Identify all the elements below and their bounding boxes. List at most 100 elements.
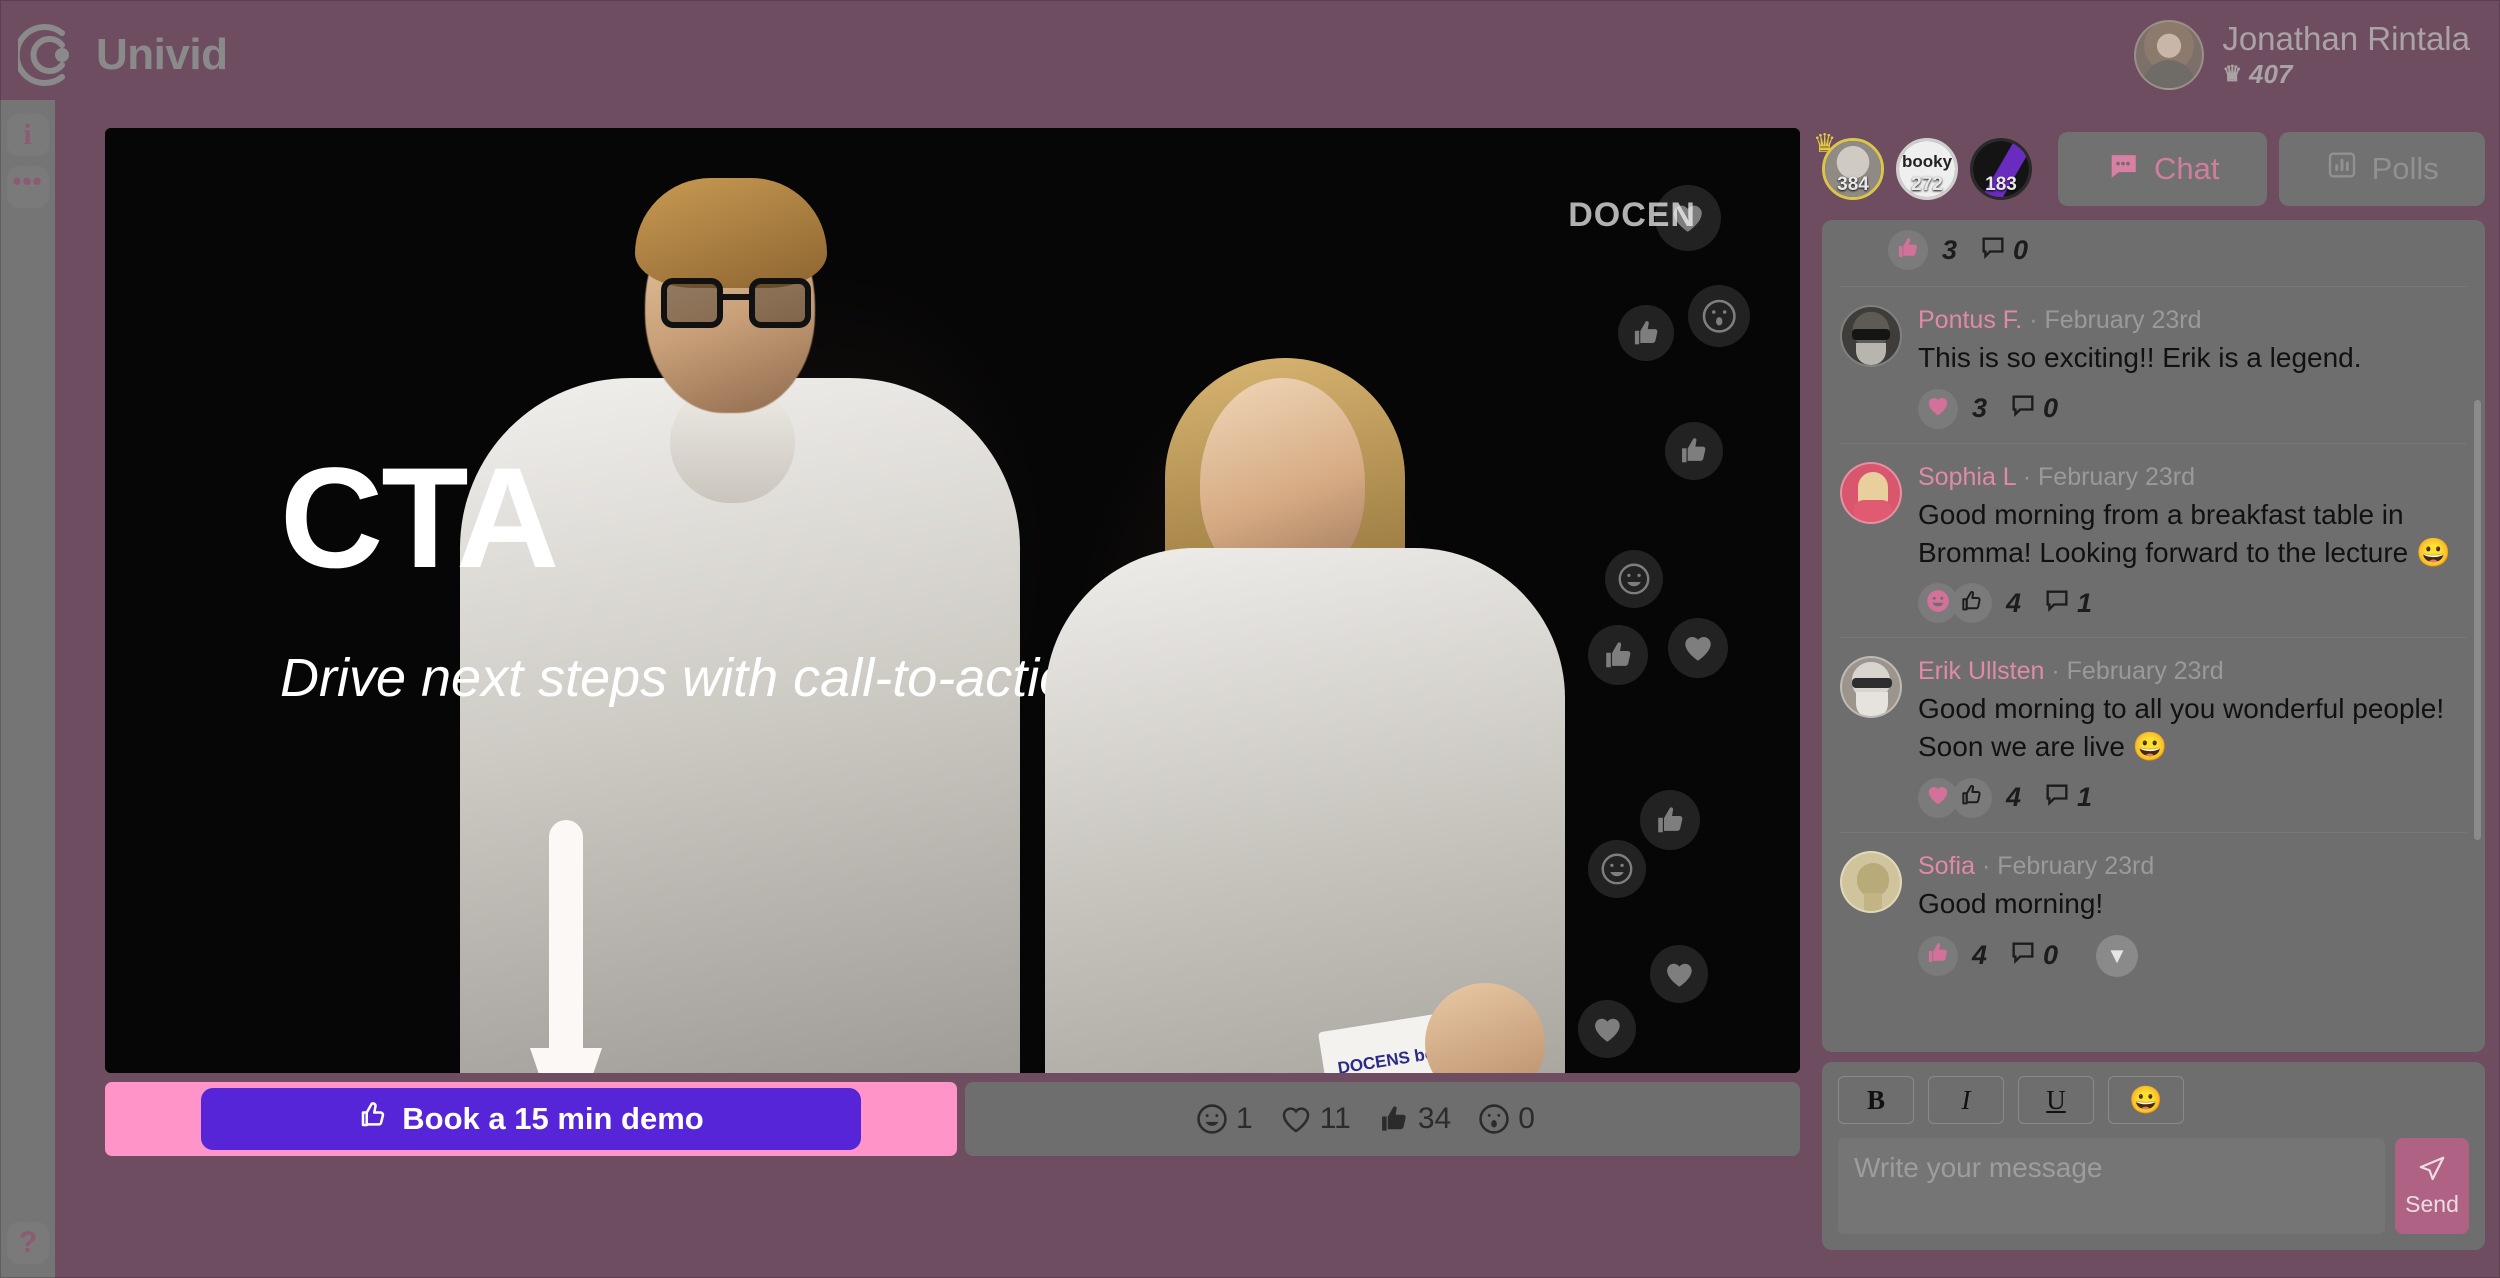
chat-message: Sofia · February 23rd Good morning! 4 0 … xyxy=(1840,833,2467,991)
crown-icon: ♛ xyxy=(2222,61,2242,87)
viewer-avatar-1[interactable]: ♛ 384 xyxy=(1813,130,1884,200)
crown-icon: ♛ xyxy=(1813,128,1837,158)
comment-count: 0 xyxy=(2043,940,2059,971)
reaction-count: 4 xyxy=(2006,587,2022,618)
comment-group[interactable]: 0 xyxy=(1979,234,2028,267)
reaction-pill[interactable] xyxy=(1918,935,1958,976)
book-demo-button[interactable]: Book a 15 min demo xyxy=(201,1088,861,1150)
viewer-label: booky xyxy=(1901,152,1953,171)
send-label: Send xyxy=(2405,1191,2459,1217)
avatar xyxy=(1840,656,1902,719)
thumbs-up-icon xyxy=(1925,940,1951,971)
chevron-down-icon[interactable]: ▼ xyxy=(2096,934,2139,977)
thumbs-up-icon xyxy=(1588,625,1648,685)
reaction-count: 0 xyxy=(1518,1102,1535,1135)
smiley-face-icon xyxy=(1925,588,1951,619)
message-text: This is so exciting!! Erik is a legend. xyxy=(1918,342,2362,373)
reaction-pill[interactable] xyxy=(1952,583,1992,624)
avatar xyxy=(1840,461,1902,524)
message-text: Good morning to all you wonderful people… xyxy=(1918,693,2445,763)
comment-count: 0 xyxy=(2043,393,2059,424)
user-rank-points: 407 xyxy=(2249,58,2293,89)
video-player[interactable]: DOCENS booky DOCEN CTA Drive next steps … xyxy=(105,128,1800,1073)
message-author[interactable]: Sophia L xyxy=(1918,463,2016,491)
chat-scrollbar[interactable] xyxy=(2474,400,2481,840)
surprised-face-icon xyxy=(1477,1102,1511,1136)
chat-message: Sophia L · February 23rd Good morning fr… xyxy=(1840,444,2467,639)
help-icon[interactable]: ? xyxy=(7,1222,49,1264)
tab-chat[interactable]: Chat xyxy=(2058,132,2268,206)
viewer-avatar-3[interactable]: 183 xyxy=(1970,138,2032,200)
comment-count: 0 xyxy=(2013,234,2029,265)
reaction-surprised[interactable]: 0 xyxy=(1477,1102,1535,1136)
chat-message: Pontus F. · February 23rd This is so exc… xyxy=(1840,287,2467,444)
heart-icon xyxy=(1925,782,1951,813)
tab-chat-label: Chat xyxy=(2153,151,2220,186)
italic-button[interactable]: I xyxy=(1928,1076,2004,1124)
speaker-1-hair xyxy=(635,178,827,288)
message-footer: 3 0 xyxy=(1918,388,2467,429)
thumbs-up-outline-icon xyxy=(1959,782,1985,813)
thumbs-up-outline-icon xyxy=(1959,588,1985,619)
message-time: · February 23rd xyxy=(2051,657,2224,686)
thumbs-up-icon xyxy=(1377,1102,1411,1136)
reaction-bar[interactable]: 1 11 34 0 xyxy=(965,1082,1800,1156)
reaction-thumbs-up[interactable]: 34 xyxy=(1377,1102,1451,1136)
comment-group[interactable]: 0 xyxy=(2009,939,2058,972)
brand-logo[interactable]: Univid xyxy=(13,19,228,91)
reaction-count: 1 xyxy=(1236,1102,1253,1135)
reaction-heart[interactable]: 11 xyxy=(1279,1102,1351,1136)
message-author[interactable]: Sofia xyxy=(1918,852,1975,880)
comment-group[interactable]: 1 xyxy=(2043,587,2092,620)
comment-icon xyxy=(2043,587,2071,620)
reaction-smiley[interactable]: 1 xyxy=(1195,1102,1253,1136)
poll-bars-icon xyxy=(2326,149,2358,189)
top-bar: Univid Jonathan Rintala ♛ 407 xyxy=(0,0,2500,110)
reaction-pill[interactable] xyxy=(1888,230,1928,270)
format-toolbar: B I U 😀 xyxy=(1838,1076,2469,1124)
reaction-count: 4 xyxy=(1972,940,1988,971)
comment-icon xyxy=(2043,781,2071,814)
message-input[interactable] xyxy=(1838,1138,2385,1234)
comment-icon xyxy=(2009,939,2037,972)
more-dots-icon[interactable]: ••• xyxy=(6,166,49,208)
heart-outline-icon xyxy=(1279,1102,1313,1136)
chat-message: Erik Ullsten · February 23rd Good mornin… xyxy=(1840,638,2467,833)
chat-bubble-icon xyxy=(2106,148,2140,190)
viewer-avatar-2[interactable]: booky 272 xyxy=(1896,138,1958,200)
smiley-face-icon xyxy=(1605,550,1663,608)
send-button[interactable]: Send xyxy=(2395,1138,2469,1234)
message-text: Good morning from a breakfast table in B… xyxy=(1918,498,2451,568)
tab-polls-label: Polls xyxy=(2371,151,2439,186)
viewer-count: 272 xyxy=(1911,174,1943,195)
message-author[interactable]: Erik Ullsten xyxy=(1918,657,2044,685)
thumbs-up-icon xyxy=(1640,790,1700,850)
heart-icon xyxy=(1650,945,1708,1003)
reaction-pill[interactable] xyxy=(1952,777,1992,818)
comment-group[interactable]: 1 xyxy=(2043,781,2092,814)
reaction-count: 3 xyxy=(1942,234,1958,265)
tab-polls[interactable]: Polls xyxy=(2279,132,2485,206)
reaction-count: 11 xyxy=(1319,1102,1351,1135)
reaction-pill[interactable] xyxy=(1918,388,1958,429)
user-profile-chip[interactable]: Jonathan Rintala ♛ 407 xyxy=(2134,20,2470,90)
message-footer: 4 1 xyxy=(1918,583,2467,624)
info-icon[interactable]: i xyxy=(6,114,49,156)
message-composer: B I U 😀 Send xyxy=(1822,1062,2485,1250)
comment-icon xyxy=(2009,392,2037,425)
surprised-face-icon xyxy=(1688,285,1750,347)
emoji-button[interactable]: 😀 xyxy=(2108,1076,2184,1124)
comment-icon xyxy=(1979,234,2007,267)
message-time: · February 23rd xyxy=(1981,851,2155,880)
chat-panel: ♛ 384 booky 272 183 Chat Polls 3 0 Pontu… xyxy=(1813,128,2485,1250)
underline-button[interactable]: U xyxy=(2018,1076,2094,1124)
comment-group[interactable]: 0 xyxy=(2009,392,2058,425)
reaction-count: 4 xyxy=(2006,782,2022,813)
avatar xyxy=(2134,20,2205,90)
message-author[interactable]: Pontus F. xyxy=(1918,306,2022,334)
avatar xyxy=(1840,305,1902,367)
left-rail: i ••• ? xyxy=(0,100,55,1278)
chat-message-list[interactable]: 3 0 Pontus F. · February 23rd This is so… xyxy=(1822,220,2485,1052)
bold-button[interactable]: B xyxy=(1838,1076,1914,1124)
thumbs-up-icon xyxy=(1665,422,1723,480)
